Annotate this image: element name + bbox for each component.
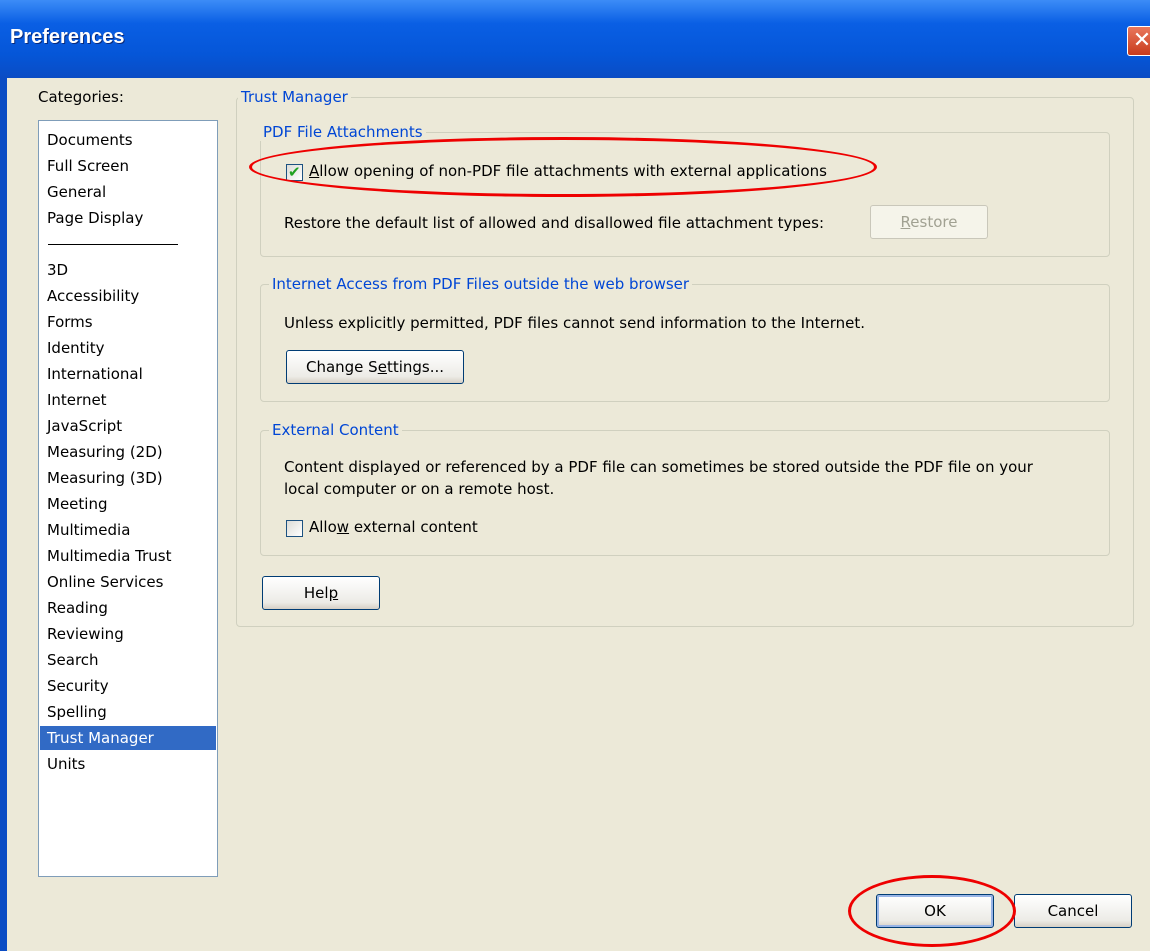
category-separator	[48, 244, 178, 245]
category-item[interactable]: Online Services	[40, 570, 216, 594]
internet-access-description: Unless explicitly permitted, PDF files c…	[284, 314, 865, 332]
category-item[interactable]: Security	[40, 674, 216, 698]
category-item[interactable]: Reading	[40, 596, 216, 620]
category-item[interactable]: Documents	[40, 128, 216, 152]
restore-label: estore	[910, 213, 958, 231]
accelerator-key: R	[900, 213, 911, 231]
category-item[interactable]: Multimedia Trust	[40, 544, 216, 568]
button-label: Change S	[305, 358, 378, 376]
external-content-legend: External Content	[269, 421, 402, 439]
close-icon[interactable]: ✕	[1127, 26, 1150, 56]
category-item[interactable]: 3D	[40, 258, 216, 282]
accelerator-key: e	[377, 358, 387, 376]
category-item-selected[interactable]: Trust Manager	[40, 726, 216, 750]
category-item[interactable]: Reviewing	[40, 622, 216, 646]
internet-access-legend: Internet Access from PDF Files outside t…	[269, 275, 693, 293]
category-item[interactable]: Measuring (2D)	[40, 440, 216, 464]
ok-button[interactable]: OK	[876, 894, 994, 928]
allow-external-content-checkbox[interactable]	[286, 520, 303, 537]
category-item[interactable]: Measuring (3D)	[40, 466, 216, 490]
change-settings-button[interactable]: Change Settings...	[286, 350, 464, 384]
category-item[interactable]: International	[40, 362, 216, 386]
category-item[interactable]: Units	[40, 752, 216, 776]
category-item[interactable]: General	[40, 180, 216, 204]
restore-description: Restore the default list of allowed and …	[284, 214, 824, 232]
allow-external-content-label[interactable]: Allow external content	[309, 518, 478, 536]
allow-attachments-checkbox[interactable]: ✔	[286, 164, 303, 181]
category-item[interactable]: Meeting	[40, 492, 216, 516]
checkmark-icon: ✔	[288, 163, 301, 181]
category-item[interactable]: JavaScript	[40, 414, 216, 438]
allow-attachments-text: llow opening of non-PDF file attachments…	[319, 162, 827, 180]
category-item[interactable]: Search	[40, 648, 216, 672]
internet-access-group: Internet Access from PDF Files outside t…	[260, 275, 1110, 402]
category-item[interactable]: Forms	[40, 310, 216, 334]
external-content-description-line2: local computer or on a remote host.	[284, 480, 555, 498]
category-item[interactable]: Full Screen	[40, 154, 216, 178]
preferences-dialog: Preferences ✕ Categories: Documents Full…	[0, 0, 1150, 951]
categories-label: Categories:	[38, 88, 124, 106]
accelerator-key: p	[328, 584, 339, 602]
category-item[interactable]: Spelling	[40, 700, 216, 724]
pdf-attachments-legend: PDF File Attachments	[260, 123, 426, 141]
category-item[interactable]: Multimedia	[40, 518, 216, 542]
category-item[interactable]: Page Display	[40, 206, 216, 230]
title-bar[interactable]: Preferences ✕	[0, 0, 1150, 78]
window-frame-left	[0, 78, 7, 951]
checkbox-label: Allo	[309, 518, 337, 536]
external-content-description-line1: Content displayed or referenced by a PDF…	[284, 458, 1033, 476]
restore-button[interactable]: Restore	[870, 205, 988, 239]
trust-manager-legend: Trust Manager	[238, 88, 351, 106]
category-item[interactable]: Internet	[40, 388, 216, 412]
button-label: Hel	[303, 584, 329, 602]
cancel-button[interactable]: Cancel	[1014, 894, 1132, 928]
help-button[interactable]: Help	[262, 576, 380, 610]
window-title: Preferences	[10, 26, 125, 48]
checkbox-label: external content	[349, 518, 478, 536]
button-label: ttings...	[386, 358, 445, 376]
categories-list[interactable]: Documents Full Screen General Page Displ…	[38, 120, 218, 877]
accelerator-key: w	[336, 518, 350, 536]
category-item[interactable]: Accessibility	[40, 284, 216, 308]
accelerator-key: A	[309, 162, 320, 180]
allow-attachments-label[interactable]: Allow opening of non-PDF file attachment…	[309, 162, 827, 180]
category-item[interactable]: Identity	[40, 336, 216, 360]
